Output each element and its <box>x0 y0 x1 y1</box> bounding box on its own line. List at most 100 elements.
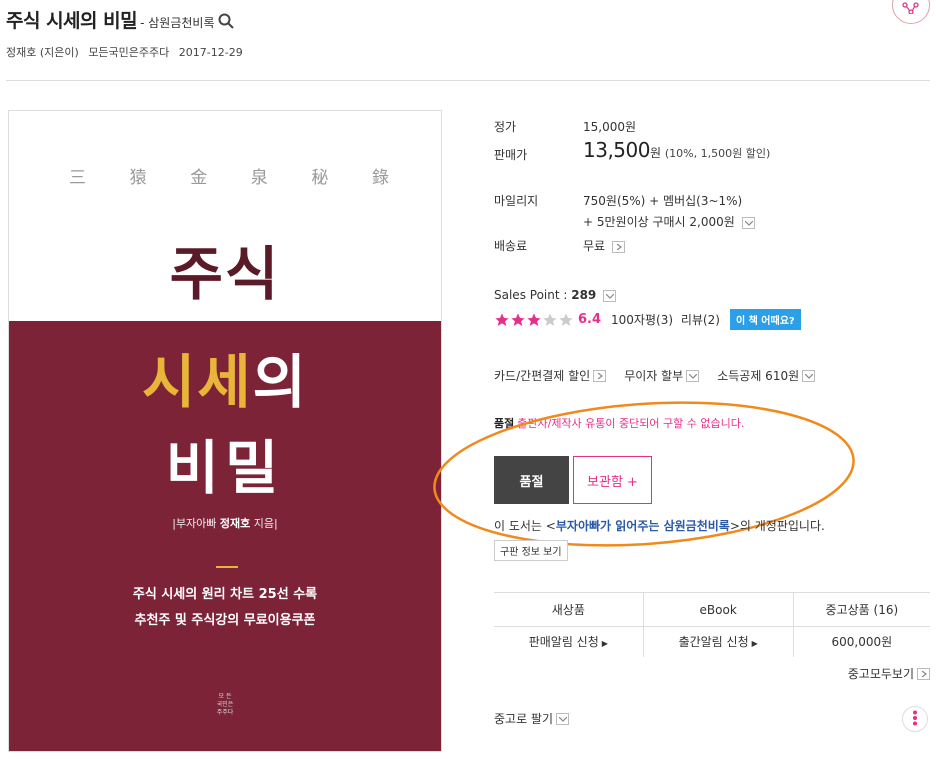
arrow-right-icon: ▶ <box>601 639 608 649</box>
view-all-arrow[interactable] <box>917 667 930 680</box>
hanja-char: 秘 <box>311 168 329 188</box>
shipping-value: 무료 <box>583 239 606 253</box>
review-links: 100자평(3) 리뷰(2) <box>611 311 724 328</box>
mileage-label: 마일리지 <box>494 194 539 208</box>
sale-alert-link[interactable]: 판매알림 신청 ▶ <box>494 627 643 657</box>
used-price[interactable]: 600,000원 <box>792 626 930 657</box>
edition-suffix: >의 개정판입니다. <box>729 519 825 533</box>
installment-dropdown[interactable] <box>686 369 700 382</box>
cover-pub-line: 국민은 <box>216 701 234 708</box>
tax-label: 소득공제 610원 <box>717 369 800 383</box>
mileage-line2: + 5만원이상 구매시 2,000원 <box>583 213 755 230</box>
cover-author-prefix: |부자아빠 <box>172 517 220 530</box>
edition-notice: 이 도서는 <부자아빠가 읽어주는 삼원금천비록>의 개정판입니다. <box>494 517 825 534</box>
used-view-all[interactable]: 중고모두보기 <box>848 665 930 682</box>
cover-hanja: 三 猿 金 泉 秘 錄 <box>69 163 389 188</box>
arrow-right-icon: ▶ <box>751 639 758 649</box>
page-subtitle: - 삼원금천비록 <box>140 16 215 30</box>
cover-pub-line: 모 든 <box>218 693 232 700</box>
sale-price-unit: 원 <box>649 146 662 160</box>
tab-new[interactable]: 새상품 <box>494 592 644 627</box>
star-icon <box>527 312 541 326</box>
search-icon[interactable] <box>218 13 235 29</box>
publisher-link[interactable]: 모든국민은주주다 <box>88 46 169 59</box>
card-discount-arrow[interactable] <box>593 369 607 382</box>
cover-title-line3: 비밀 <box>165 434 285 502</box>
installment-option[interactable]: 무이자 할부 <box>624 367 700 384</box>
cover-title-white: 의 <box>252 348 309 416</box>
mileage-line1: 750원(5%) + 멤버십(3~1%) <box>583 194 743 208</box>
mileage-dropdown[interactable] <box>741 216 755 229</box>
star-icon <box>495 312 509 326</box>
publish-alert-label: 출간알림 신청 <box>678 635 749 650</box>
publish-alert-link[interactable]: 출간알림 신청 ▶ <box>642 626 794 657</box>
card-discount-label: 카드/간편결제 할인 <box>494 369 591 383</box>
cover-title-gold: 시세 <box>141 348 253 416</box>
tab-used[interactable]: 중고상품 (16) <box>792 592 930 627</box>
star-icon <box>543 312 557 326</box>
sell-used[interactable]: 중고로 팔기 <box>494 710 570 727</box>
cover-pub-line: 주주다 <box>216 709 234 716</box>
author-link[interactable]: 정재호 (지은이) <box>6 46 79 59</box>
tab-ebook[interactable]: eBook <box>642 592 794 627</box>
sale-price-value: 13,500 <box>583 138 650 162</box>
cover-author-suffix: 지음| <box>250 517 278 530</box>
tax-dropdown[interactable] <box>802 369 816 382</box>
edition-prefix: 이 도서는 < <box>494 519 556 533</box>
hanja-char: 泉 <box>250 168 268 188</box>
edition-link[interactable]: 부자아빠가 읽어주는 삼원금천비록 <box>556 519 730 533</box>
buy-options-table: 새상품 eBook 중고상품 (16) 판매알림 신청 ▶ 출간알림 신청 ▶ 60… <box>494 592 930 657</box>
page-title: 주식 시세의 비밀 <box>6 10 138 32</box>
sales-point-label: Sales Point : <box>494 288 572 302</box>
sale-price: 13,500원 (10%, 1,500원 할인) <box>583 138 770 162</box>
hanja-char: 三 <box>69 168 86 188</box>
sale-discount: (10%, 1,500원 할인) <box>664 147 771 160</box>
title-row: 주식 시세의 비밀 - 삼원금천비록 <box>6 6 235 33</box>
rating-row: 6.4 100자평(3) 리뷰(2) 이 책 어때요? <box>494 309 801 330</box>
soldout-label: 품절 <box>494 417 515 430</box>
payment-options: 카드/간편결제 할인 무이자 할부 소득공제 610원 <box>494 367 833 384</box>
shipping-arrow[interactable] <box>611 240 625 253</box>
book-cover[interactable]: 三 猿 金 泉 秘 錄 주식 시세의 비밀 |부자아빠 정재호 지음| 주식 시… <box>8 110 442 752</box>
cover-publisher: 모 든 국민은 주주다 <box>9 693 441 717</box>
cover-divider <box>216 566 238 568</box>
review100-link[interactable]: 100자평(3) <box>611 313 673 327</box>
list-price-value: 15,000원 <box>583 120 637 134</box>
cover-title-line1: 주식 <box>169 240 281 308</box>
wishlist-button[interactable]: 보관함 + <box>573 456 652 504</box>
star-icon <box>511 312 525 326</box>
sell-used-dropdown[interactable] <box>556 712 570 725</box>
tax-option[interactable]: 소득공제 610원 <box>717 367 816 384</box>
share-button[interactable] <box>892 0 930 24</box>
installment-label: 무이자 할부 <box>624 369 684 383</box>
meta-row: 정재호 (지은이) 모든국민은주주다 2017-12-29 <box>6 44 249 60</box>
card-discount-option[interactable]: 카드/간편결제 할인 <box>494 367 607 384</box>
sale-alert-label: 판매알림 신청 <box>528 635 599 650</box>
share-icon <box>902 2 920 17</box>
cover-title-line2: 시세의 <box>9 335 441 419</box>
hanja-char: 金 <box>190 168 208 188</box>
star-rating <box>494 312 574 328</box>
hanja-char: 錄 <box>371 168 389 188</box>
list-price-label: 정가 <box>494 120 517 134</box>
star-icon <box>559 312 573 326</box>
soldout-button[interactable]: 품절 <box>494 456 569 504</box>
sales-point-dropdown[interactable] <box>603 289 617 302</box>
howabout-button[interactable]: 이 책 어때요? <box>729 309 801 330</box>
soldout-notice: 품절 출판사/제작사 유통이 중단되어 구할 수 없습니다. <box>494 415 744 431</box>
sales-point: Sales Point : 289 <box>494 288 617 302</box>
review-link[interactable]: 리뷰(2) <box>681 313 720 327</box>
shipping-label: 배송료 <box>494 239 528 253</box>
more-button[interactable] <box>902 706 928 732</box>
publish-date: 2017-12-29 <box>178 46 243 59</box>
divider <box>6 80 930 81</box>
sell-used-label: 중고로 팔기 <box>494 712 554 726</box>
rating-score: 6.4 <box>578 312 602 327</box>
more-vertical-icon <box>912 710 918 729</box>
mileage-line2-text: + 5만원이상 구매시 2,000원 <box>583 215 735 229</box>
sales-point-value: 289 <box>571 288 597 302</box>
old-edition-button[interactable]: 구판 정보 보기 <box>494 540 568 561</box>
used-view-all-label: 중고모두보기 <box>847 667 914 681</box>
cover-desc1: 주식 시세의 원리 차트 25선 수록 <box>132 587 318 602</box>
sale-price-label: 판매가 <box>494 148 528 162</box>
